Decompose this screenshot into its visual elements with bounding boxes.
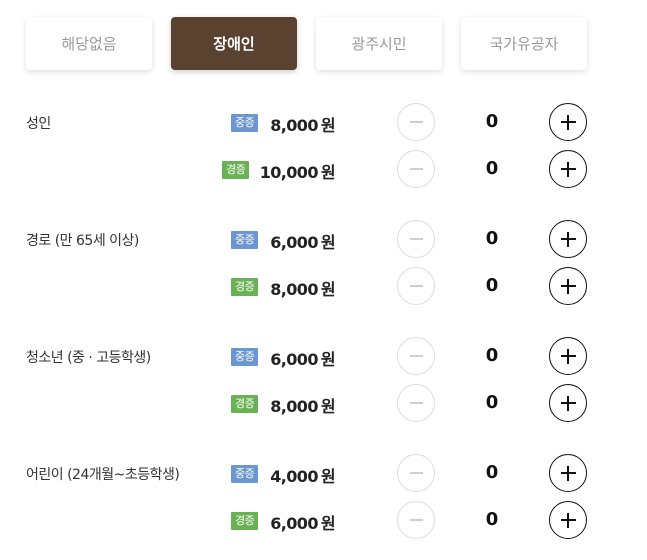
tab-disabled[interactable]: 장애인 bbox=[171, 17, 297, 70]
severity-badge: 경증 bbox=[231, 395, 259, 413]
increase-button[interactable] bbox=[549, 150, 587, 188]
severity-badge: 경증 bbox=[222, 161, 250, 179]
ticket-row-severe: 중증 6,000 원 0 bbox=[0, 219, 647, 259]
increase-button[interactable] bbox=[549, 103, 587, 141]
decrease-button[interactable] bbox=[397, 501, 435, 539]
decrease-button[interactable] bbox=[397, 337, 435, 375]
quantity-value: 0 bbox=[485, 158, 499, 179]
ticket-row-mild: 경증 8,000 원 0 bbox=[0, 266, 647, 306]
minus-icon bbox=[409, 238, 423, 240]
tab-gwangju-citizen[interactable]: 광주시민 bbox=[316, 17, 442, 70]
increase-button[interactable] bbox=[549, 267, 587, 305]
severity-badge: 중증 bbox=[231, 231, 259, 249]
severity-badge: 중증 bbox=[231, 114, 259, 132]
quantity-value: 0 bbox=[485, 228, 499, 249]
ticket-price: 8,000 원 bbox=[270, 116, 335, 135]
decrease-button[interactable] bbox=[397, 150, 435, 188]
ticket-group-adult: 성인 중증 8,000 원 0 경증 10,000 원 0 bbox=[0, 103, 647, 209]
severity-badge: 중증 bbox=[231, 348, 259, 366]
ticket-row-severe: 중증 6,000 원 0 bbox=[0, 336, 647, 376]
quantity-value: 0 bbox=[485, 275, 499, 296]
ticket-price: 8,000 원 bbox=[270, 280, 335, 299]
ticket-price: 6,000 원 bbox=[270, 350, 335, 369]
quantity-value: 0 bbox=[485, 345, 499, 366]
ticket-price: 4,000 원 bbox=[270, 467, 335, 486]
ticket-row-mild: 경증 10,000 원 0 bbox=[0, 149, 647, 189]
decrease-button[interactable] bbox=[397, 267, 435, 305]
increase-button[interactable] bbox=[549, 220, 587, 258]
ticket-row-mild: 경증 8,000 원 0 bbox=[0, 383, 647, 423]
tab-national-merit[interactable]: 국가유공자 bbox=[461, 17, 587, 70]
minus-icon bbox=[409, 355, 423, 357]
quantity-value: 0 bbox=[485, 111, 499, 132]
discount-type-tabs: 해당없음 장애인 광주시민 국가유공자 bbox=[26, 17, 588, 70]
increase-button[interactable] bbox=[549, 501, 587, 539]
ticket-group-child: 어린이 (24개월~초등학생) 중증 4,000 원 0 경증 6,000 원 0 bbox=[0, 454, 647, 560]
ticket-row-severe: 중증 8,000 원 0 bbox=[0, 102, 647, 142]
ticket-group-youth: 청소년 (중 · 고등학생) 중증 6,000 원 0 경증 8,000 원 0 bbox=[0, 337, 647, 443]
minus-icon bbox=[409, 519, 423, 521]
ticket-group-senior: 경로 (만 65세 이상) 중증 6,000 원 0 경증 8,000 원 0 bbox=[0, 220, 647, 326]
decrease-button[interactable] bbox=[397, 384, 435, 422]
tab-none[interactable]: 해당없음 bbox=[26, 17, 152, 70]
quantity-value: 0 bbox=[485, 509, 499, 530]
minus-icon bbox=[409, 402, 423, 404]
quantity-value: 0 bbox=[485, 392, 499, 413]
severity-badge: 경증 bbox=[231, 512, 259, 530]
ticket-price: 10,000 원 bbox=[259, 163, 336, 182]
decrease-button[interactable] bbox=[397, 454, 435, 492]
decrease-button[interactable] bbox=[397, 220, 435, 258]
ticket-row-mild: 경증 6,000 원 0 bbox=[0, 500, 647, 540]
ticket-price: 6,000 원 bbox=[270, 233, 335, 252]
quantity-value: 0 bbox=[485, 462, 499, 483]
minus-icon bbox=[409, 168, 423, 170]
severity-badge: 중증 bbox=[231, 465, 259, 483]
minus-icon bbox=[409, 472, 423, 474]
increase-button[interactable] bbox=[549, 384, 587, 422]
ticket-price: 6,000 원 bbox=[270, 514, 335, 533]
decrease-button[interactable] bbox=[397, 103, 435, 141]
ticket-row-severe: 중증 4,000 원 0 bbox=[0, 453, 647, 493]
increase-button[interactable] bbox=[549, 454, 587, 492]
minus-icon bbox=[409, 285, 423, 287]
severity-badge: 경증 bbox=[231, 278, 259, 296]
increase-button[interactable] bbox=[549, 337, 587, 375]
ticket-price: 8,000 원 bbox=[270, 397, 335, 416]
minus-icon bbox=[409, 121, 423, 123]
